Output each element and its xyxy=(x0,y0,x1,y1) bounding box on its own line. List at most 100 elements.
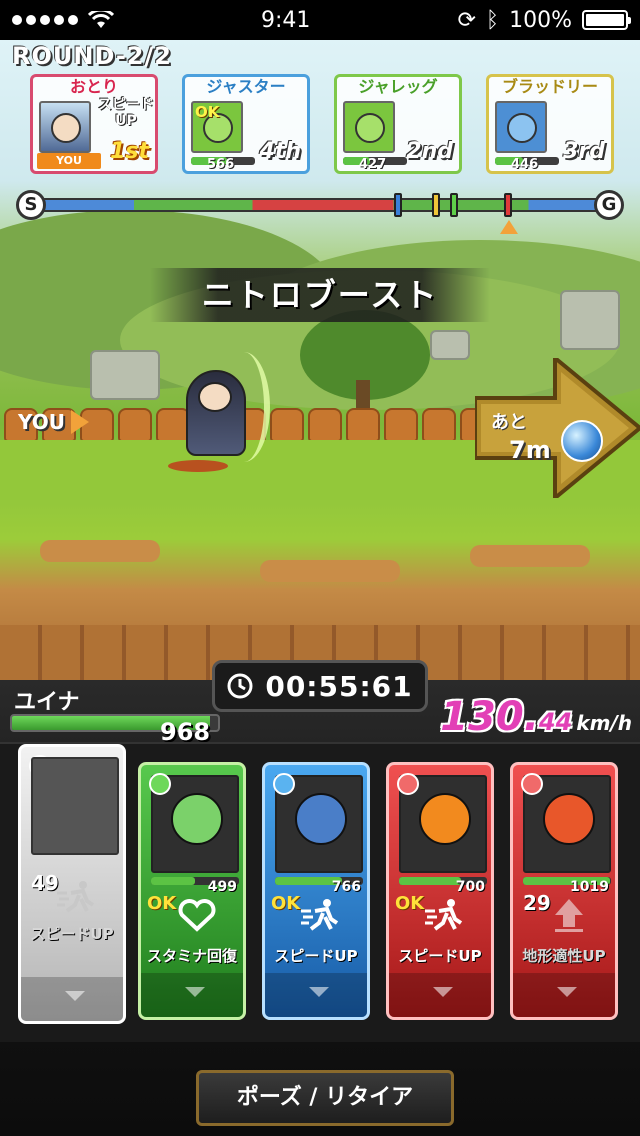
stone-ruin xyxy=(560,290,620,350)
start-marker: S xyxy=(16,190,46,220)
racer-hp: 566 xyxy=(207,157,235,172)
timer-value: 00:55:61 xyxy=(265,669,413,703)
card-portrait-empty xyxy=(31,757,119,855)
course-progress-bar: S G xyxy=(16,190,624,234)
speed-decimal: 44 xyxy=(538,708,573,736)
ok-badge: OK xyxy=(271,893,301,914)
boost-banner: ニトロブースト xyxy=(150,268,490,322)
status-time: 9:41 xyxy=(261,7,311,33)
racer-rank: 1st xyxy=(110,139,149,164)
racer-position-marker xyxy=(450,193,458,217)
element-orb-icon xyxy=(149,773,171,795)
you-marker: YOU xyxy=(18,410,90,434)
skill-card[interactable]: 766 OK スピードUP xyxy=(262,762,370,1020)
round-label: ROUND-2/2 xyxy=(12,42,172,70)
status-bar: 9:41 ⟳ ᛒ 100% xyxy=(0,0,640,40)
chevron-down-icon xyxy=(141,973,243,1017)
racer-portrait xyxy=(495,101,547,153)
player-character xyxy=(168,352,270,462)
pause-retire-button[interactable]: ポーズ / リタイア xyxy=(196,1070,454,1126)
card-cooldown: 49 xyxy=(31,871,59,895)
you-badge: YOU xyxy=(37,153,101,169)
racer-card: ジャレッグ 427 2nd xyxy=(334,74,462,174)
racer-standings: おとり スピードUP YOU 1st ジャスター OK 566 4th ジャレッ… xyxy=(30,74,630,176)
run-speed-icon xyxy=(57,881,95,913)
racer-rank: 3rd xyxy=(563,139,605,164)
skill-card[interactable]: 49 スピードUP xyxy=(18,744,126,1024)
ok-badge: OK xyxy=(147,893,177,914)
wifi-icon xyxy=(88,11,114,28)
racer-card-you: おとり スピードUP YOU 1st xyxy=(30,74,158,174)
ok-badge: OK xyxy=(195,103,220,121)
run-speed-icon xyxy=(301,899,339,931)
racer-name: ジャレッグ xyxy=(358,77,438,96)
arrow-right-icon xyxy=(71,410,90,434)
racer-card: ブラッドリー 446 3rd xyxy=(486,74,614,174)
racer-name: ジャスター xyxy=(206,77,286,96)
heart-icon xyxy=(178,899,216,932)
racer-position-marker xyxy=(432,193,440,217)
race-hud: 00:55:61 ユイナ 968 130.44 km/h 49 スピードUP 49… xyxy=(0,660,640,1136)
dirt-patch xyxy=(470,545,590,567)
card-cooldown: 29 xyxy=(523,891,551,915)
distance-indicator: あと 7m xyxy=(475,358,640,498)
skill-card[interactable]: 499 OK スタミナ回復 xyxy=(138,762,246,1020)
stone-ruin xyxy=(90,350,160,400)
battery-icon xyxy=(581,10,631,30)
card-skill-label: スピードUP xyxy=(398,947,482,965)
racer-hp: 427 xyxy=(359,157,387,172)
card-skill-label: スピードUP xyxy=(30,925,114,943)
chevron-down-icon xyxy=(265,973,367,1017)
element-orb-icon xyxy=(397,773,419,795)
racer-name: ブラッドリー xyxy=(501,77,598,96)
card-hp: 1019 xyxy=(570,879,609,895)
skill-card-tray: 49 スピードUP 499 OK スタミナ回復 766 OK スピードUP 70… xyxy=(0,742,640,1042)
race-timer: 00:55:61 xyxy=(212,660,428,712)
clock-icon xyxy=(227,673,253,699)
distance-label: あと xyxy=(491,412,527,433)
racer-portrait xyxy=(39,101,91,153)
racer-portrait xyxy=(343,101,395,153)
signal-icon xyxy=(12,11,114,29)
speed-readout: 130.44 km/h xyxy=(440,694,632,740)
racer-card: ジャスター OK 566 4th xyxy=(182,74,310,174)
card-hp: 499 xyxy=(207,879,237,895)
goal-marker: G xyxy=(594,190,624,220)
ok-badge: OK xyxy=(395,893,425,914)
racer-position-marker xyxy=(504,193,512,217)
element-orb-icon xyxy=(521,773,543,795)
bluetooth-icon: ᛒ xyxy=(485,7,500,33)
you-marker-label: YOU xyxy=(18,410,66,434)
racer-rank: 4th xyxy=(259,139,302,164)
racer-skill-label: スピードUP xyxy=(98,97,154,129)
rotation-lock-icon: ⟳ xyxy=(457,7,476,33)
stone-ruin xyxy=(430,330,470,360)
card-skill-label: スタミナ回復 xyxy=(146,947,237,965)
card-skill-label: スピードUP xyxy=(274,947,358,965)
player-name: ユイナ xyxy=(14,690,80,715)
distance-value: 7m xyxy=(509,436,551,464)
racer-name: おとり xyxy=(69,77,118,96)
course-track xyxy=(36,198,604,212)
racer-rank: 2nd xyxy=(406,139,453,164)
card-skill-label: 地形適性UP xyxy=(522,947,606,965)
chevron-down-icon xyxy=(513,973,615,1017)
player-position-arrow-icon xyxy=(500,220,518,234)
chevron-down-icon xyxy=(21,977,123,1021)
terrain-up-arrow-icon xyxy=(555,899,583,932)
card-hp: 766 xyxy=(331,879,361,895)
card-hp: 700 xyxy=(455,879,485,895)
dirt-patch xyxy=(40,540,160,562)
racer-hp: 446 xyxy=(511,157,539,172)
battery-percent: 100% xyxy=(509,7,572,33)
element-orb-icon xyxy=(273,773,295,795)
skill-card[interactable]: 1019 29 地形適性UP xyxy=(510,762,618,1020)
speed-unit: km/h xyxy=(576,711,632,735)
run-speed-icon xyxy=(425,899,463,931)
item-orb-icon xyxy=(561,420,603,462)
skill-card[interactable]: 700 OK スピードUP xyxy=(386,762,494,1020)
dirt-patch xyxy=(260,560,400,582)
chevron-down-icon xyxy=(389,973,491,1017)
race-scene: ROUND-2/2 おとり スピードUP YOU 1st ジャスター OK 56… xyxy=(0,40,640,680)
speed-main: 130. xyxy=(440,694,539,740)
